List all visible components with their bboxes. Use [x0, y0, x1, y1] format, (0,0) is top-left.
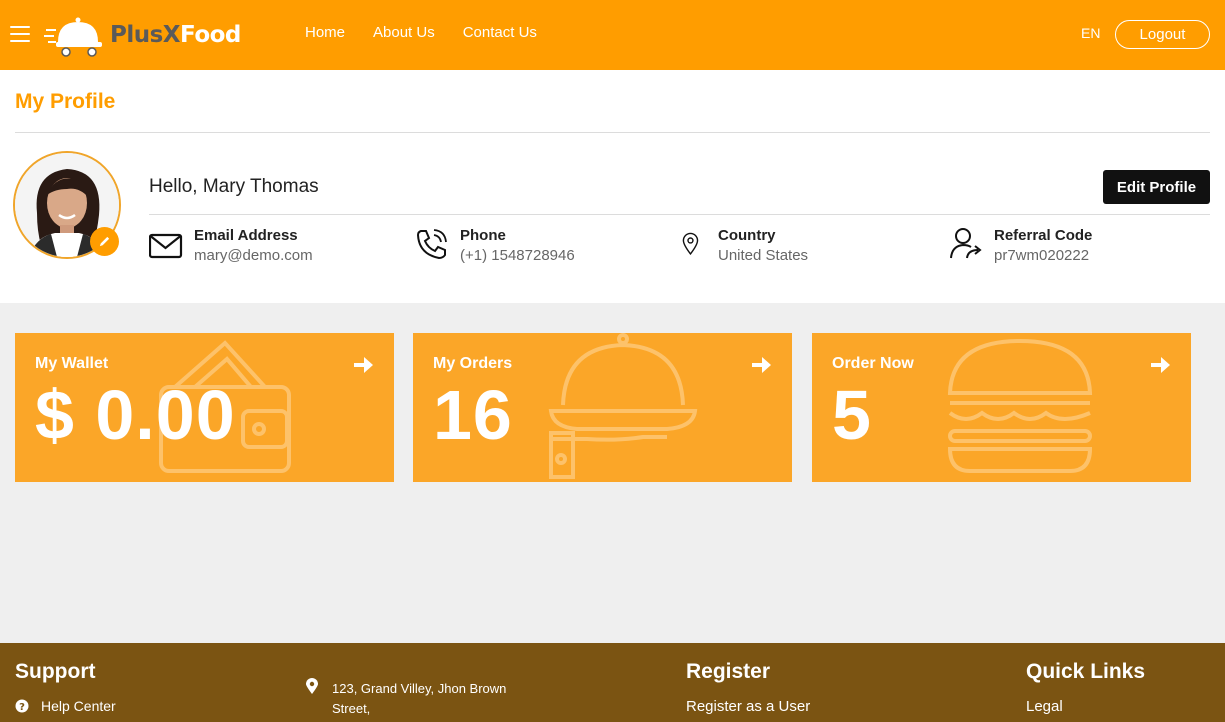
footer-address: 123, Grand Villey, Jhon Brown Street,: [332, 681, 507, 716]
country-value: United States: [718, 247, 809, 264]
register-user-link[interactable]: Register as a User: [686, 698, 810, 715]
brand-name-part1: PlusX: [110, 22, 181, 48]
pencil-icon: [99, 236, 110, 247]
brand-name-part2: Food: [180, 22, 241, 48]
quick-links-heading: Quick Links: [1026, 660, 1146, 683]
logout-button[interactable]: Logout: [1115, 20, 1210, 49]
page-title: My Profile: [15, 90, 116, 113]
orders-count: 16: [433, 376, 513, 454]
hamburger-menu-icon[interactable]: [10, 26, 30, 44]
email-label: Email Address: [194, 227, 298, 244]
divider: [149, 214, 1210, 215]
country-info: Country United States: [682, 227, 808, 267]
question-circle-icon: ?: [15, 699, 29, 713]
register-heading: Register: [686, 660, 771, 683]
referral-label: Referral Code: [994, 227, 1093, 244]
legal-link[interactable]: Legal: [1026, 698, 1063, 715]
order-now-count: 5: [832, 376, 872, 454]
delivery-truck-logo-icon: [44, 17, 102, 57]
divider: [15, 132, 1210, 133]
footer: Support ? Help Center 123, Grand Villey,…: [0, 643, 1225, 722]
referral-value: pr7wm020222: [994, 247, 1090, 264]
phone-info: Phone (+1) 1548728946: [415, 227, 575, 267]
brand-logo[interactable]: PlusXFood: [44, 10, 254, 60]
burger-icon: [947, 338, 1093, 473]
phone-value: (+1) 1548728946: [460, 247, 575, 264]
wallet-balance: $ 0.00: [35, 376, 236, 454]
orders-card[interactable]: My Orders 16: [413, 333, 792, 482]
svg-text:?: ?: [19, 702, 25, 713]
referral-info: Referral Code pr7wm020222: [949, 227, 1092, 267]
wallet-card[interactable]: My Wallet $ 0.00: [15, 333, 394, 482]
edit-profile-button[interactable]: Edit Profile: [1103, 170, 1210, 204]
top-header: PlusXFood Home About Us Contact Us EN Lo…: [0, 0, 1225, 70]
map-marker-icon: [306, 678, 318, 694]
phone-icon: [416, 229, 447, 260]
phone-label: Phone: [460, 227, 506, 244]
nav-contact-link[interactable]: Contact Us: [463, 24, 537, 41]
envelope-icon: [149, 233, 183, 259]
nav-about-link[interactable]: About Us: [373, 24, 435, 41]
arrow-right-icon[interactable]: [352, 354, 374, 376]
email-value: mary@demo.com: [194, 247, 313, 264]
arrow-right-icon[interactable]: [1149, 354, 1171, 376]
orders-title: My Orders: [433, 355, 513, 372]
nav-home-link[interactable]: Home: [305, 24, 345, 41]
cloche-icon: [548, 333, 698, 479]
profile-section: My Profile Hello, Mary Thomas Edit Profi…: [0, 70, 1225, 303]
help-center-link[interactable]: Help Center: [41, 698, 116, 714]
map-pin-icon: [682, 232, 699, 256]
order-now-title: Order Now: [832, 355, 914, 372]
country-label: Country: [718, 227, 776, 244]
arrow-right-icon[interactable]: [750, 354, 772, 376]
email-info: Email Address mary@demo.com: [149, 227, 313, 267]
wallet-title: My Wallet: [35, 355, 109, 372]
edit-avatar-button[interactable]: [90, 227, 119, 256]
greeting-text: Hello, Mary Thomas: [149, 176, 319, 197]
order-now-card[interactable]: Order Now 5: [812, 333, 1191, 482]
language-selector[interactable]: EN: [1081, 25, 1100, 41]
support-heading: Support: [15, 660, 96, 683]
user-share-icon: [950, 228, 982, 259]
main-nav: Home About Us Contact Us: [305, 24, 537, 41]
